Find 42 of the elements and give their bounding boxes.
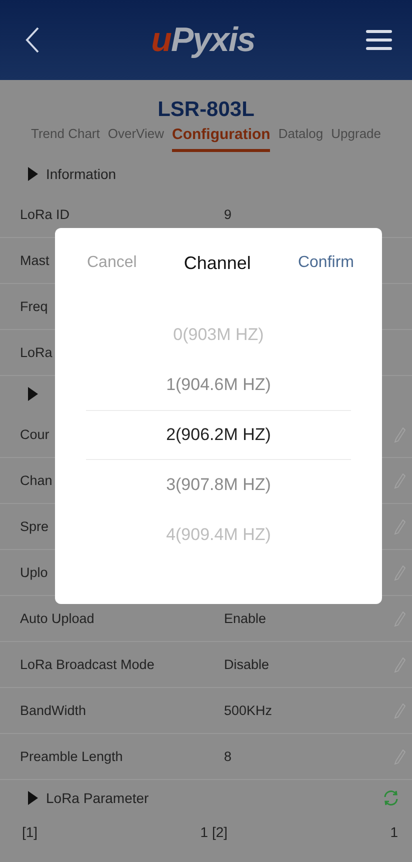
tab[interactable]: Upgrade (331, 126, 382, 150)
setting-value: Disable (224, 657, 270, 672)
section-title: Information (46, 166, 116, 182)
tab[interactable]: Configuration (172, 126, 270, 152)
refresh-icon[interactable] (382, 789, 400, 807)
dialog-title: Channel (184, 252, 251, 274)
setting-label: Uplo (20, 565, 48, 580)
setting-label: Preamble Length (20, 749, 123, 764)
setting-label: Auto Upload (20, 611, 94, 626)
picker-option[interactable]: 2(906.2M HZ) (86, 410, 351, 460)
setting-label: LoRa ID (20, 207, 70, 222)
setting-label: Freq (20, 299, 48, 314)
picker-option[interactable]: 3(907.8M HZ) (150, 460, 287, 510)
setting-label: LoRa (20, 345, 52, 360)
tab[interactable]: Datalog (278, 126, 324, 150)
back-icon[interactable] (24, 26, 40, 54)
setting-label: Chan (20, 473, 52, 488)
picker-option[interactable]: 0(903M HZ) (157, 310, 280, 360)
tab[interactable]: Trend Chart (30, 126, 100, 150)
setting-value: 9 (224, 207, 232, 222)
picker-option[interactable]: 1(904.6M HZ) (150, 360, 287, 410)
setting-label: Cour (20, 427, 50, 442)
logo: uPyxis (151, 20, 255, 60)
setting-label: LoRa Broadcast Mode (20, 657, 154, 672)
parameter-label: [1] (22, 824, 38, 840)
parameter-value: 1 (390, 824, 398, 840)
setting-label: BandWidth (20, 703, 86, 718)
expand-triangle-icon[interactable] (28, 791, 38, 805)
expand-triangle-icon[interactable] (28, 167, 38, 181)
picker-option[interactable]: 4(909.4M HZ) (150, 510, 287, 560)
setting-value: 500KHz (224, 703, 272, 718)
menu-icon[interactable] (366, 29, 392, 51)
parameter-label: [2] (212, 824, 228, 840)
tab[interactable]: OverView (108, 126, 164, 150)
device-title: LSR-803L (158, 98, 254, 122)
setting-value: Enable (224, 611, 266, 626)
setting-label: Spre (20, 519, 49, 534)
expand-triangle-icon[interactable] (28, 387, 38, 401)
setting-label: Mast (20, 253, 50, 268)
section-title: LoRa Parameter (46, 790, 149, 806)
parameter-value: 1 (200, 824, 208, 840)
setting-value: 8 (224, 749, 232, 764)
